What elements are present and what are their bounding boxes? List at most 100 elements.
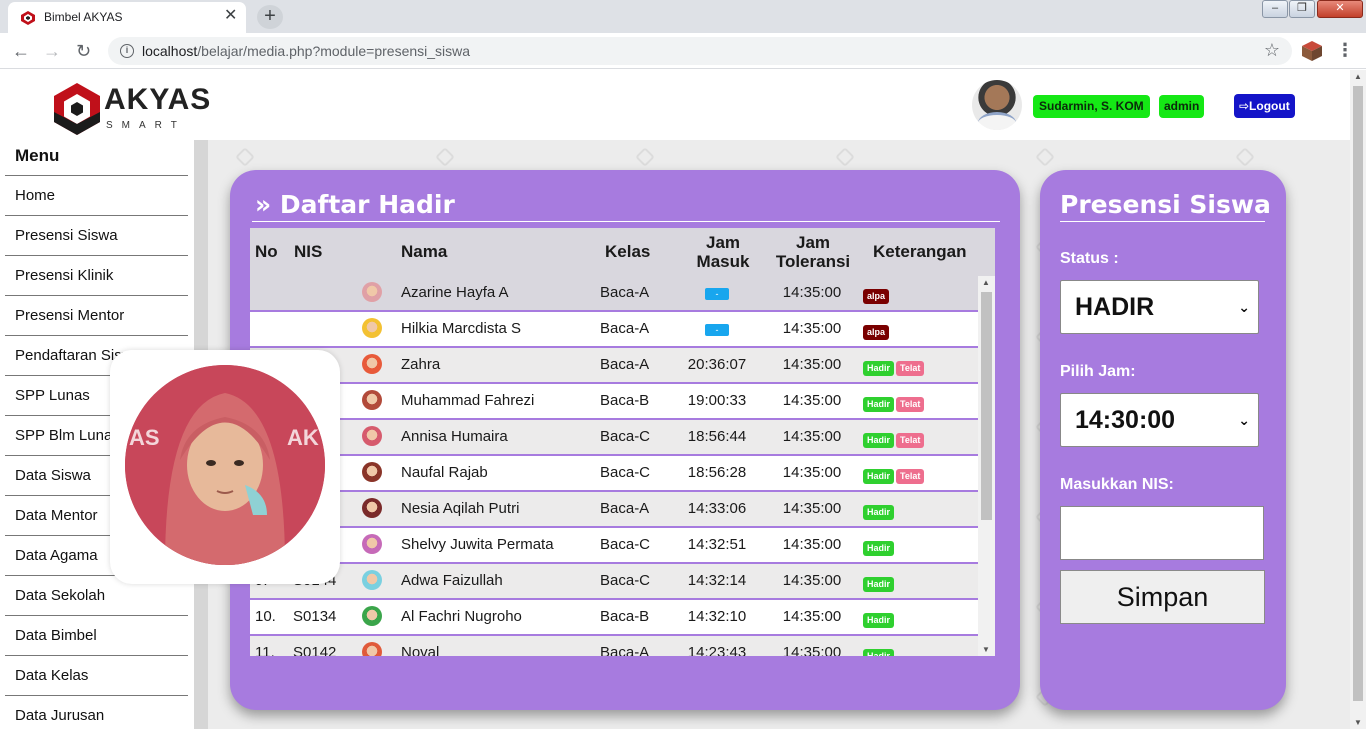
student-photo: AS AK	[125, 365, 325, 565]
table-scroll-thumb[interactable]	[981, 292, 992, 520]
cell-nama: Noval	[401, 644, 440, 656]
table-row: 9.S0144Adwa FaizullahBaca-C14:32:1414:35…	[250, 564, 978, 600]
status-badge-hadir: Hadir	[863, 577, 895, 592]
student-avatar-icon	[362, 318, 382, 338]
logout-button[interactable]: ⇨Logout	[1234, 94, 1295, 118]
jam-masuk-empty-badge: -	[705, 324, 729, 336]
cell-nama: Muhammad Fahrezi	[401, 392, 535, 409]
cell-keterangan: alpa	[863, 322, 891, 340]
bookmark-star-icon[interactable]: ☆	[1264, 40, 1280, 61]
page-scrollbar[interactable]: ▲ ▼	[1350, 70, 1366, 729]
cell-nama: Azarine Hayfa A	[401, 284, 509, 301]
col-nama: Nama	[401, 242, 448, 261]
tab-title: Bimbel AKYAS	[44, 10, 123, 24]
cell-kelas: Baca-C	[600, 428, 651, 445]
table-row: 10. S0134 Al Fachri Nugroho Baca-B 14:32:10 1…	[250, 600, 978, 636]
table-row: 8.S0124Shelvy Juwita PermataBaca-C14:32:…	[250, 528, 978, 564]
background-pattern-icon	[1235, 147, 1255, 167]
browser-tab[interactable]: Bimbel AKYAS ✕	[8, 2, 246, 33]
chevron-down-icon: ⌄	[1238, 412, 1250, 428]
svg-text:AK: AK	[287, 425, 319, 450]
address-bar[interactable]: i localhost/belajar/media.php?module=pre…	[108, 37, 1292, 65]
table-scrollbar[interactable]: ▲ ▼	[978, 276, 995, 656]
col-keterangan: Keterangan	[873, 242, 967, 261]
background-pattern-icon	[235, 147, 255, 167]
sidebar-item-data-jurusan[interactable]: Data Jurusan	[5, 695, 188, 729]
sidebar-item-presensi-siswa[interactable]: Presensi Siswa	[5, 215, 188, 255]
logo-text: AKYAS	[104, 83, 212, 116]
forward-arrow-icon[interactable]: →	[43, 40, 61, 62]
cell-jam-masuk: 14:32:14	[687, 572, 747, 589]
window-maximize-button[interactable]: ❐	[1289, 0, 1315, 18]
sidebar-item-presensi-klinik[interactable]: Presensi Klinik	[5, 255, 188, 295]
jam-masuk-empty-badge: -	[705, 288, 729, 300]
status-badge-telat: Telat	[896, 397, 925, 412]
jam-label: Pilih Jam:	[1060, 363, 1136, 380]
url-path: /belajar/media.php?module=presensi_siswa	[197, 43, 471, 59]
cell-jam-toleransi: 14:35:00	[782, 284, 842, 301]
cell-nama: Al Fachri Nugroho	[401, 608, 522, 625]
status-badge-telat: Telat	[896, 433, 925, 448]
cell-no: 10.	[255, 608, 276, 625]
scroll-up-icon[interactable]: ▲	[982, 278, 990, 287]
cell-jam-masuk: 18:56:44	[687, 428, 747, 445]
cell-jam-toleransi: 14:35:00	[782, 464, 842, 481]
sidebar-item-presensi-mentor[interactable]: Presensi Mentor	[5, 295, 188, 335]
cell-keterangan: Hadir Telat	[863, 358, 926, 376]
jam-select-value: 14:30:00	[1075, 406, 1176, 434]
presensi-title: Presensi Siswa	[1060, 190, 1271, 219]
cell-no: 11.	[255, 644, 275, 656]
cell-kelas: Baca-A	[600, 284, 650, 301]
table-row: Naufal Rajab Baca-C 18:56:28 14:35:00 Hadir T…	[250, 456, 978, 492]
table-body: Azarine Hayfa A Baca-A -14:35:00 alpa Hilkia…	[250, 276, 978, 656]
cell-jam-masuk: 19:00:33	[687, 392, 747, 409]
attendance-table: No NIS Nama Kelas Jam Masuk Jam Toleransi …	[250, 228, 995, 656]
cell-kelas: Baca-C	[600, 536, 651, 553]
info-icon[interactable]: i	[120, 44, 134, 58]
reload-icon[interactable]: ↻	[76, 40, 91, 62]
window-close-button[interactable]: ✕	[1317, 0, 1363, 18]
cell-nis: S0134	[293, 608, 337, 625]
sidebar-item-data-bimbel[interactable]: Data Bimbel	[5, 615, 188, 655]
col-jam-toleransi-line1: Jam	[795, 233, 831, 252]
cell-kelas: Baca-C	[600, 464, 651, 481]
new-tab-button[interactable]: +	[257, 5, 283, 29]
cell-keterangan: Hadir	[863, 646, 896, 656]
tab-close-icon[interactable]: ✕	[224, 7, 237, 25]
cell-kelas: Baca-B	[600, 608, 650, 625]
simpan-button[interactable]: Simpan	[1060, 570, 1265, 624]
sidebar-item-home[interactable]: Home	[5, 175, 188, 215]
cell-keterangan: Hadir Telat	[863, 466, 926, 484]
back-arrow-icon[interactable]: ←	[12, 40, 30, 62]
svg-text:AS: AS	[129, 425, 160, 450]
page-scroll-thumb[interactable]	[1353, 86, 1363, 701]
scroll-down-icon[interactable]: ▼	[982, 645, 990, 654]
student-avatar-icon	[362, 642, 382, 656]
cell-jam-toleransi: 14:35:00	[782, 644, 842, 656]
col-kelas: Kelas	[605, 242, 651, 261]
nis-input[interactable]	[1060, 506, 1264, 560]
cell-jam-masuk: 14:23:43	[687, 644, 747, 656]
status-badge-alpa: alpa	[863, 325, 890, 340]
cell-keterangan: Hadir Telat	[863, 394, 926, 412]
status-select[interactable]: HADIR ⌄	[1060, 280, 1259, 334]
daftar-hadir-title: » Daftar Hadir	[255, 190, 455, 219]
cell-keterangan: alpa	[863, 286, 891, 304]
url-host: localhost	[142, 43, 198, 59]
student-avatar-icon	[362, 282, 382, 302]
cell-kelas: Baca-C	[600, 572, 651, 589]
sidebar-item-data-kelas[interactable]: Data Kelas	[5, 655, 188, 695]
jam-select[interactable]: 14:30:00 ⌄	[1060, 393, 1259, 447]
table-row: Zahra Baca-A 20:36:07 14:35:00 Hadir Telat	[250, 348, 978, 384]
page-scroll-down-icon[interactable]: ▼	[1354, 718, 1362, 727]
window-minimize-button[interactable]: –	[1262, 0, 1288, 18]
extension-icon[interactable]	[1300, 40, 1324, 62]
cell-jam-masuk: 14:33:06	[687, 500, 747, 517]
status-badge-hadir: Hadir	[863, 397, 895, 412]
browser-menu-icon[interactable]: ⋮	[1336, 40, 1354, 60]
akyas-logo: AKYAS SMART	[52, 80, 210, 138]
page-scroll-up-icon[interactable]: ▲	[1354, 72, 1362, 81]
cell-jam-masuk: -	[682, 284, 752, 301]
logo-subtext: SMART	[106, 120, 186, 131]
akyas-logo-icon	[54, 83, 100, 135]
